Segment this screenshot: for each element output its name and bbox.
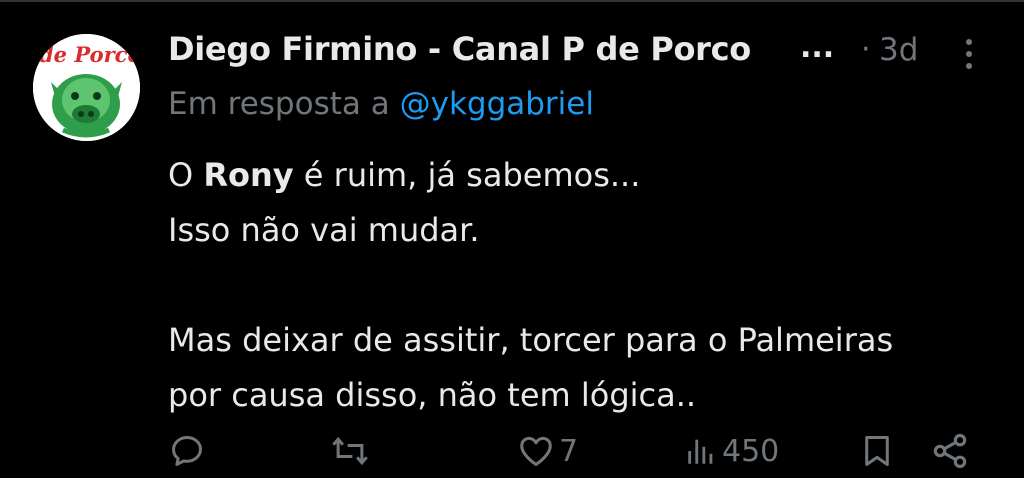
tweet[interactable]: de Porco Diego Firmino - Canal P de Porc… bbox=[0, 0, 1024, 478]
retweet-button[interactable] bbox=[330, 424, 374, 478]
views-chart-icon bbox=[688, 439, 713, 464]
more-options-icon[interactable] bbox=[954, 34, 984, 74]
tweet-line-2: Isso não vai mudar. bbox=[168, 211, 480, 249]
tweet-header: Diego Firmino - Canal P de Porco ... · 3… bbox=[168, 26, 1008, 76]
tweet-line-4: por causa disso, não tem lógica.. bbox=[168, 376, 697, 414]
views-count: 450 bbox=[722, 433, 780, 469]
like-heart-icon bbox=[520, 436, 552, 466]
avatar-text: de Porco bbox=[39, 42, 140, 67]
timestamp[interactable]: 3d bbox=[879, 32, 918, 68]
like-button[interactable]: 7 bbox=[517, 424, 578, 478]
reply-context: Em resposta a @ykggabriel bbox=[168, 86, 594, 122]
separator-dot: · bbox=[861, 32, 871, 67]
tweet-line-1: O Rony é ruim, já sabemos... bbox=[168, 148, 998, 203]
avatar[interactable]: de Porco bbox=[33, 34, 140, 141]
reply-icon bbox=[172, 436, 202, 466]
more-dot bbox=[966, 63, 972, 69]
bookmark-icon bbox=[865, 436, 889, 466]
more-dot bbox=[966, 51, 972, 57]
tweet-line-3: Mas deixar de assitir, torcer para o Pal… bbox=[168, 321, 894, 359]
more-dot bbox=[966, 39, 972, 45]
reply-handle[interactable]: @ykggabriel bbox=[400, 86, 594, 122]
action-bar: 7 450 bbox=[160, 424, 1010, 478]
avatar-logo: de Porco bbox=[33, 34, 140, 141]
tweet-text: O Rony é ruim, já sabemos... Isso não va… bbox=[168, 148, 998, 423]
reply-prefix: Em resposta a bbox=[168, 86, 390, 122]
author-name[interactable]: Diego Firmino - Canal P de Porco bbox=[168, 30, 751, 68]
reply-button[interactable] bbox=[168, 424, 210, 478]
views-button[interactable]: 450 bbox=[684, 424, 779, 478]
bookmark-button[interactable] bbox=[858, 424, 896, 478]
bold-mention: Rony bbox=[203, 156, 294, 194]
retweet-icon bbox=[332, 436, 368, 466]
share-icon bbox=[933, 433, 967, 469]
like-count: 7 bbox=[559, 433, 579, 469]
name-ellipsis: ... bbox=[800, 30, 835, 65]
text-segment: é ruim, já sabemos... bbox=[293, 156, 641, 194]
share-button[interactable] bbox=[930, 424, 970, 478]
text-segment: O bbox=[168, 156, 204, 194]
